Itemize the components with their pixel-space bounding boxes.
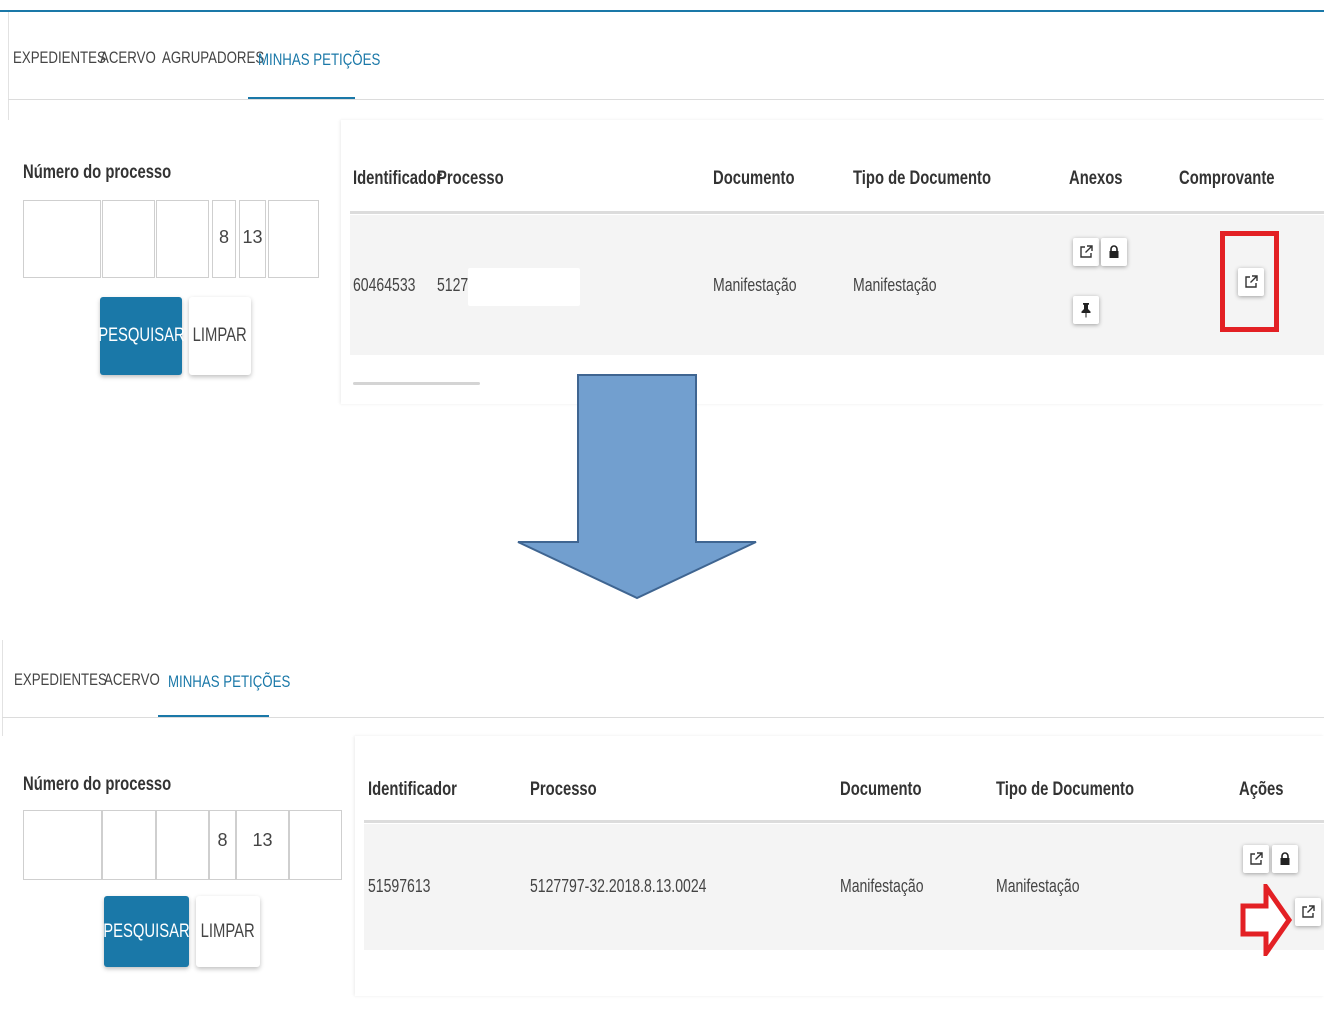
tab-acervo[interactable]: ACERVO (100, 48, 156, 68)
process-number-seg-6[interactable] (268, 200, 319, 278)
external-link-icon (1302, 905, 1315, 918)
process-number-seg-4[interactable]: 8 (209, 810, 236, 880)
process-number-label: Número do processo (23, 774, 172, 795)
col-documento[interactable]: Documento (713, 168, 795, 190)
tab-expedientes[interactable]: EXPEDIENTES (13, 48, 106, 68)
horizontal-scrollbar[interactable] (353, 382, 480, 385)
search-button-label: PESQUISAR (97, 325, 185, 346)
tab-minhas-peticoes[interactable]: MINHAS PETIÇÕES (258, 50, 380, 70)
pin-icon (1081, 303, 1091, 318)
external-link-icon (1250, 852, 1263, 865)
tab-divider (2, 717, 1324, 718)
col-acoes[interactable]: Ações (1239, 779, 1283, 801)
cell-documento: Manifestação (713, 275, 797, 295)
col-identificador[interactable]: Identificador (368, 779, 457, 801)
cell-identificador: 60464533 (353, 275, 416, 295)
seg-5-value: 13 (252, 829, 273, 850)
lock-button[interactable] (1101, 238, 1127, 266)
tab-acervo[interactable]: ACERVO (104, 670, 160, 690)
tab-expedientes[interactable]: EXPEDIENTES (14, 670, 107, 690)
down-arrow-icon (517, 374, 757, 600)
col-anexos[interactable]: Anexos (1069, 168, 1123, 190)
cell-tipo-documento: Manifestação (996, 876, 1080, 896)
process-number-seg-6[interactable] (289, 810, 342, 880)
col-processo[interactable]: Processo (530, 779, 597, 801)
process-number-seg-1[interactable] (23, 810, 102, 880)
process-number-seg-3[interactable] (156, 200, 209, 278)
cell-tipo-documento: Manifestação (853, 275, 937, 295)
search-button-label: PESQUISAR (103, 920, 190, 942)
seg-4-value: 8 (218, 226, 229, 247)
external-link-icon (1245, 275, 1258, 288)
seg-4-value: 8 (217, 829, 228, 850)
process-number-seg-2[interactable] (102, 810, 156, 880)
process-number-seg-2[interactable] (102, 200, 155, 278)
table-header-divider (350, 211, 1324, 214)
search-button[interactable]: PESQUISAR (103, 896, 190, 967)
clear-button[interactable]: LIMPAR (189, 297, 251, 375)
tab-minhas-peticoes[interactable]: MINHAS PETIÇÕES (168, 672, 290, 692)
open-attachment-button[interactable] (1073, 238, 1099, 266)
process-number-seg-1[interactable] (23, 200, 101, 278)
search-button[interactable]: PESQUISAR (97, 297, 185, 375)
clear-button[interactable]: LIMPAR (196, 896, 260, 967)
process-number-seg-5[interactable]: 13 (239, 200, 266, 278)
process-number-label: Número do processo (23, 162, 172, 183)
open-receipt-button[interactable] (1238, 268, 1264, 296)
seg-5-value: 13 (242, 226, 263, 247)
col-processo[interactable]: Processo (437, 168, 504, 190)
cell-processo: 5127797-32.2018.8.13.0024 (530, 876, 707, 896)
process-number-seg-5[interactable]: 13 (236, 810, 289, 880)
right-arrow-icon (1240, 884, 1292, 956)
process-number-seg-3[interactable] (156, 810, 209, 880)
open-document-button[interactable] (1243, 845, 1269, 873)
process-number-seg-4[interactable]: 8 (212, 200, 236, 278)
lock-icon (1109, 245, 1119, 258)
lock-button[interactable] (1272, 845, 1298, 873)
clear-button-label: LIMPAR (200, 920, 256, 942)
col-documento[interactable]: Documento (840, 779, 922, 801)
pin-button[interactable] (1073, 296, 1099, 324)
col-comprovante[interactable]: Comprovante (1179, 168, 1275, 190)
lock-icon (1280, 852, 1290, 865)
tab-divider (8, 99, 1324, 100)
external-link-icon (1080, 245, 1093, 258)
col-identificador[interactable]: Identificador (353, 168, 442, 190)
tab-agrupadores[interactable]: AGRUPADORES (162, 48, 264, 68)
col-tipo-documento[interactable]: Tipo de Documento (853, 168, 991, 190)
top-border (0, 10, 1324, 12)
cell-identificador: 51597613 (368, 876, 431, 896)
table-header-divider (364, 820, 1324, 823)
clear-button-label: LIMPAR (192, 325, 248, 346)
redacted-area (468, 268, 580, 306)
col-tipo-documento[interactable]: Tipo de Documento (996, 779, 1134, 801)
cell-documento: Manifestação (840, 876, 924, 896)
open-receipt-button[interactable] (1295, 898, 1321, 926)
